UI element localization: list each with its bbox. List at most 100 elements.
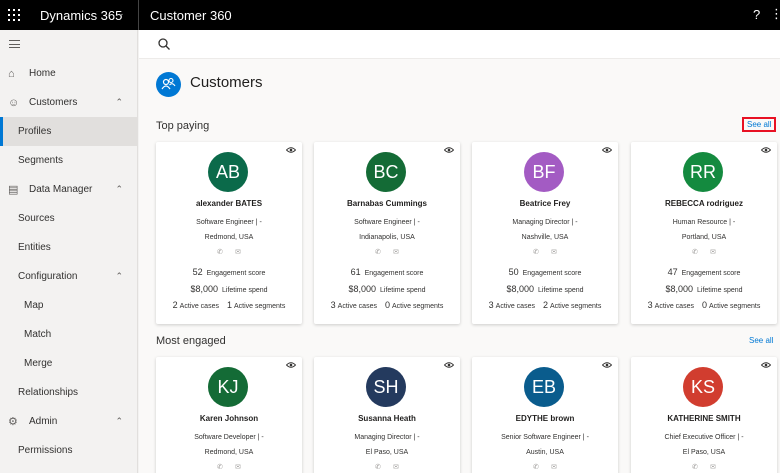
- customer-card[interactable]: BC Barnabas Cummings Software Engineer | -…: [314, 142, 460, 324]
- eye-icon[interactable]: [286, 362, 296, 368]
- chevron-down-icon[interactable]: ⌄: [117, 8, 125, 19]
- sidebar-item-home[interactable]: ⌂ Home: [0, 59, 137, 88]
- customer-name[interactable]: Susanna Heath: [314, 414, 460, 423]
- mail-icon[interactable]: ✉: [393, 249, 399, 256]
- engagement-score: 52 Engagement score: [156, 267, 302, 277]
- lifetime-spend-label: Lifetime spend: [538, 287, 584, 294]
- app-launcher-icon[interactable]: [8, 9, 20, 21]
- avatar: RR: [683, 152, 723, 192]
- chevron-up-icon[interactable]: ⌃: [115, 97, 123, 108]
- customers-icon: [156, 72, 181, 97]
- active-cases-label: Active cases: [337, 303, 377, 310]
- customer-role: Software Engineer | -: [354, 219, 420, 226]
- eye-icon[interactable]: [444, 147, 454, 153]
- database-icon: ▤: [8, 184, 19, 196]
- active-segments-value: 1: [226, 300, 232, 310]
- chevron-up-icon[interactable]: ⌃: [115, 184, 123, 195]
- sidebar-item-configuration[interactable]: Configuration ⌃: [0, 262, 137, 291]
- customer-name[interactable]: Karen Johnson: [156, 414, 302, 423]
- sidebar-item-sources[interactable]: Sources: [0, 204, 137, 233]
- sidebar-item-admin[interactable]: ⚙ Admin ⌃: [0, 407, 137, 436]
- sidebar-item-entities[interactable]: Entities: [0, 233, 137, 262]
- mail-icon[interactable]: ✉: [551, 249, 557, 256]
- customer-name[interactable]: Beatrice Frey: [472, 199, 618, 208]
- contact-row: ✆ ✉: [314, 248, 460, 256]
- sidebar-item-label: Permissions: [18, 445, 73, 456]
- customer-location: El Paso, USA: [682, 449, 726, 456]
- sidebar-item-segments[interactable]: Segments: [0, 146, 137, 175]
- mail-icon[interactable]: ✉: [551, 464, 557, 471]
- sidebar-item-data-manager[interactable]: ▤ Data Manager ⌃: [0, 175, 137, 204]
- mail-icon[interactable]: ✉: [393, 464, 399, 471]
- mail-icon[interactable]: ✉: [710, 249, 716, 256]
- engagement-score-value: 50: [508, 267, 519, 277]
- customer-role: Senior Software Engineer | -: [501, 434, 589, 441]
- customer-card[interactable]: EB EDYTHE brown Senior Software Engineer |…: [472, 357, 618, 473]
- customer-card[interactable]: KS KATHERINE SMITH Chief Executive Officer…: [631, 357, 777, 473]
- customer-location: Redmond, USA: [204, 234, 254, 241]
- more-icon[interactable]: ⋮: [770, 6, 780, 22]
- eye-icon[interactable]: [286, 147, 296, 153]
- customer-name[interactable]: EDYTHE brown: [472, 414, 618, 423]
- sidebar-item-match[interactable]: Match: [0, 320, 137, 349]
- active-cases-value: 3: [330, 300, 336, 310]
- customer-location: Indianapolis, USA: [359, 234, 415, 241]
- sidebar-item-merge[interactable]: Merge: [0, 349, 137, 378]
- phone-icon[interactable]: ✆: [375, 464, 381, 471]
- see-all-link[interactable]: See all: [749, 336, 773, 345]
- lifetime-spend-label: Lifetime spend: [380, 287, 426, 294]
- eye-icon[interactable]: [602, 147, 612, 153]
- lifetime-spend-label: Lifetime spend: [697, 287, 743, 294]
- sidebar-item-map[interactable]: Map: [0, 291, 137, 320]
- search-bar[interactable]: [139, 30, 780, 59]
- phone-icon[interactable]: ✆: [692, 249, 698, 256]
- mail-icon[interactable]: ✉: [235, 464, 241, 471]
- app-name[interactable]: Dynamics 365: [40, 8, 122, 23]
- page-title: Customers: [190, 74, 263, 91]
- contact-row: ✆ ✉: [472, 248, 618, 256]
- customers-icon: ☺: [8, 96, 20, 109]
- eye-icon[interactable]: [602, 362, 612, 368]
- customer-name[interactable]: Barnabas Cummings: [314, 199, 460, 208]
- avatar: BF: [524, 152, 564, 192]
- customer-card[interactable]: KJ Karen Johnson Software Developer | - Red…: [156, 357, 302, 473]
- sidebar-item-profiles[interactable]: Profiles: [0, 117, 137, 146]
- customer-name[interactable]: REBECCA rodriguez: [631, 199, 777, 208]
- mail-icon[interactable]: ✉: [710, 464, 716, 471]
- customer-name[interactable]: KATHERINE SMITH: [631, 414, 777, 423]
- customer-card[interactable]: BF Beatrice Frey Managing Director | - Nash…: [472, 142, 618, 324]
- contact-row: ✆ ✉: [472, 463, 618, 471]
- see-all-link[interactable]: See all: [742, 117, 777, 132]
- eye-icon[interactable]: [761, 147, 771, 153]
- customer-name[interactable]: alexander BATES: [156, 199, 302, 208]
- customer-card[interactable]: RR REBECCA rodriguez Human Resource | - Por…: [631, 142, 777, 324]
- phone-icon[interactable]: ✆: [533, 464, 539, 471]
- phone-icon[interactable]: ✆: [375, 249, 381, 256]
- customer-card[interactable]: AB alexander BATES Software Engineer | - Re…: [156, 142, 302, 324]
- eye-icon[interactable]: [444, 362, 454, 368]
- customer-card[interactable]: SH Susanna Heath Managing Director | - El P…: [314, 357, 460, 473]
- active-cases-value: 3: [647, 300, 653, 310]
- avatar: AB: [208, 152, 248, 192]
- sidebar-item-relationships[interactable]: Relationships: [0, 378, 137, 407]
- counts-row: 3 Active cases 0 Active segments: [314, 300, 460, 310]
- lifetime-spend-value: $8,000: [506, 284, 534, 294]
- eye-icon[interactable]: [761, 362, 771, 368]
- phone-icon[interactable]: ✆: [217, 249, 223, 256]
- section-title: Most engaged: [156, 335, 226, 347]
- chevron-up-icon[interactable]: ⌃: [115, 271, 123, 282]
- sidebar-item-label: Profiles: [18, 126, 52, 137]
- sidebar-item-customers[interactable]: ☺ Customers ⌃: [0, 88, 137, 117]
- contact-row: ✆ ✉: [156, 248, 302, 256]
- mail-icon[interactable]: ✉: [235, 249, 241, 256]
- help-icon[interactable]: ?: [753, 7, 760, 22]
- hamburger-icon[interactable]: [9, 40, 20, 48]
- phone-icon[interactable]: ✆: [533, 249, 539, 256]
- chevron-up-icon[interactable]: ⌃: [115, 416, 123, 427]
- phone-icon[interactable]: ✆: [692, 464, 698, 471]
- sidebar-item-permissions[interactable]: Permissions: [0, 436, 137, 465]
- search-icon[interactable]: [157, 37, 171, 51]
- customer-location: Austin, USA: [526, 449, 564, 456]
- phone-icon[interactable]: ✆: [217, 464, 223, 471]
- active-cases-label: Active cases: [179, 303, 219, 310]
